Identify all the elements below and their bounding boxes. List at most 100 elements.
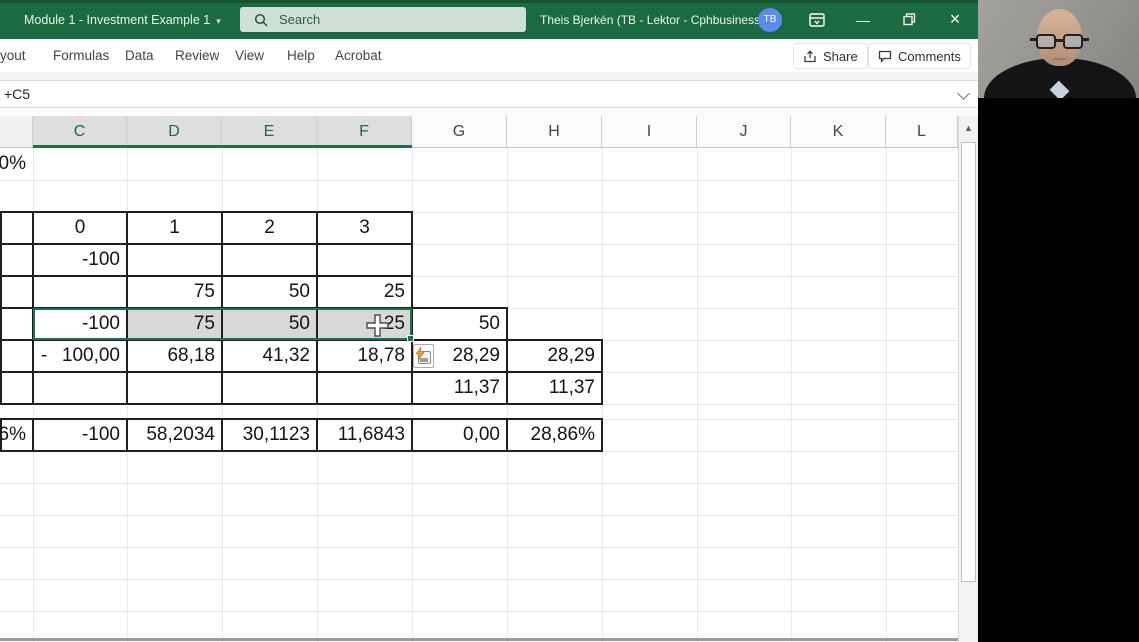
column-header-F[interactable]: F [317, 116, 412, 147]
cell-G8[interactable]: 11,37 [412, 372, 507, 404]
selection-border [33, 308, 412, 340]
cell-C7[interactable]: -100,00 [33, 340, 127, 372]
close-button[interactable]: × [938, 0, 972, 39]
share-button[interactable]: Share [793, 43, 868, 69]
gridline [0, 483, 958, 484]
cell-E5[interactable]: 50 [222, 276, 317, 308]
table-border [126, 418, 128, 452]
window-bottom-edge [0, 638, 958, 641]
cell-C3[interactable]: 0 [33, 212, 127, 244]
column-header-E[interactable]: E [222, 116, 317, 147]
glasses-bridge [1056, 39, 1063, 42]
column-header-K[interactable]: K [791, 116, 886, 147]
column-header-B-partial[interactable] [0, 116, 33, 147]
formula-bar[interactable]: +C5 [0, 80, 978, 108]
worksheet-grid[interactable]: 0% 0 1 2 3 -100 75 50 25 -100 75 50 25 50-100,00 68,18… [0, 148, 958, 642]
selected-columns-underline [33, 145, 412, 148]
column-header-G[interactable]: G [412, 116, 507, 147]
webcam-panel [978, 0, 1139, 642]
ribbon-tab-formulas[interactable]: Formulas [53, 39, 109, 72]
glasses-right-lens [1063, 34, 1083, 49]
fill-handle[interactable] [407, 335, 414, 342]
gridline [697, 148, 698, 642]
formula-bar-expand-icon[interactable] [957, 87, 970, 100]
gridline [0, 611, 958, 612]
presenter-mouth [1053, 58, 1066, 60]
excel-titlebar: Module 1 - Investment Example 1 ▾ Search … [0, 0, 978, 39]
cell-F7[interactable]: 18,78 [317, 340, 412, 372]
table-border [0, 403, 603, 405]
scroll-up-arrow-icon[interactable]: ▲ [959, 116, 978, 140]
comments-label: Comments [898, 48, 961, 64]
cell-G10[interactable]: 0,00 [412, 419, 507, 451]
ribbon-display-options-button[interactable] [800, 0, 834, 39]
cell-D7[interactable]: 68,18 [127, 340, 222, 372]
cell-F3[interactable]: 3 [317, 212, 412, 244]
chevron-down-icon: ▾ [216, 16, 221, 26]
table-border [411, 418, 413, 452]
glasses-left-arm [1030, 38, 1036, 41]
table-border [0, 371, 603, 373]
vertical-scrollbar[interactable]: ▲ [958, 116, 978, 642]
formula-divider [0, 108, 978, 116]
accounting-minus: - [41, 345, 48, 366]
ribbon-tab-data[interactable]: Data [125, 39, 154, 72]
screen: Module 1 - Investment Example 1 ▾ Search … [0, 0, 1139, 642]
cell-G6[interactable]: 50 [412, 308, 507, 340]
cell-B10[interactable]: 6% [0, 419, 33, 451]
glasses-left-lens [1036, 34, 1056, 49]
cell-cursor [366, 314, 389, 342]
cell-value: 100,00 [61, 345, 120, 366]
cell-H8[interactable]: 11,37 [507, 372, 602, 404]
cell-F5[interactable]: 25 [317, 276, 412, 308]
cell-B1[interactable]: 0% [0, 148, 33, 180]
restore-button[interactable] [892, 0, 926, 39]
search-placeholder: Search [279, 12, 321, 27]
glasses-right-arm [1083, 38, 1089, 41]
cell-C10[interactable]: -100 [33, 419, 127, 451]
document-title-dropdown[interactable]: Module 1 - Investment Example 1 ▾ [24, 0, 221, 39]
cell-E3[interactable]: 2 [222, 212, 317, 244]
column-header-L[interactable]: L [886, 116, 958, 147]
cell-D5[interactable]: 75 [127, 276, 222, 308]
table-border [506, 307, 508, 405]
column-header-D[interactable]: D [127, 116, 222, 147]
cell-D3[interactable]: 1 [127, 212, 222, 244]
formula-bar-value: +C5 [4, 86, 31, 102]
table-border [0, 418, 2, 452]
document-title: Module 1 - Investment Example 1 [24, 13, 211, 27]
column-header-J[interactable]: J [697, 116, 791, 147]
table-border [0, 450, 603, 452]
cell-E10[interactable]: 30,1123 [222, 419, 317, 451]
minimize-button[interactable]: — [846, 0, 880, 39]
table-border [0, 243, 413, 245]
table-border [316, 418, 318, 452]
cell-C4[interactable]: -100 [33, 244, 127, 276]
ribbon-tab-yout[interactable]: yout [0, 39, 26, 72]
quick-analysis-button[interactable] [413, 344, 434, 368]
minimize-icon: — [856, 11, 870, 28]
cell-H7[interactable]: 28,29 [507, 340, 602, 372]
cell-F10[interactable]: 11,6843 [317, 419, 412, 451]
cell-E7[interactable]: 41,32 [222, 340, 317, 372]
ribbon-tab-acrobat[interactable]: Acrobat [335, 39, 382, 72]
comments-button[interactable]: Comments [868, 43, 971, 69]
avatar[interactable]: TB [758, 8, 782, 32]
search-input[interactable]: Search [240, 7, 526, 32]
column-header-I[interactable]: I [602, 116, 697, 147]
search-icon [254, 13, 268, 27]
ribbon-tab-view[interactable]: View [235, 39, 264, 72]
lightning-icon [415, 347, 425, 360]
column-headers: CDEFGHIJKL [0, 116, 958, 148]
gridline [0, 180, 958, 181]
presenter-video [978, 0, 1139, 98]
cell-H10[interactable]: 28,86% [507, 419, 602, 451]
ribbon-tab-help[interactable]: Help [287, 39, 315, 72]
ribbon-tab-review[interactable]: Review [175, 39, 219, 72]
scrollbar-thumb[interactable] [961, 142, 976, 582]
column-header-C[interactable]: C [33, 116, 127, 147]
column-header-H[interactable]: H [507, 116, 602, 147]
cell-D10[interactable]: 58,2034 [127, 419, 222, 451]
restore-icon [902, 13, 915, 26]
gridline [0, 579, 958, 580]
